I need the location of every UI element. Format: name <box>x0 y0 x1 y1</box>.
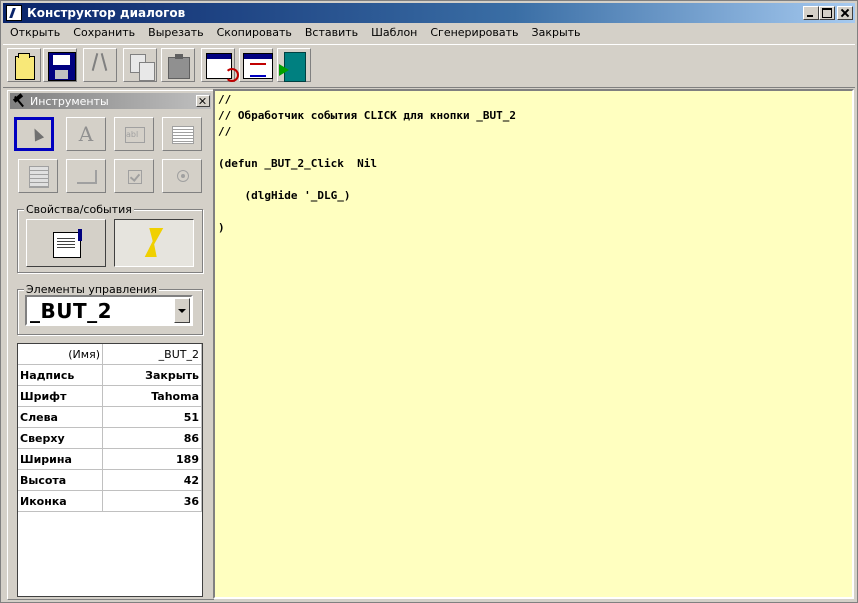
property-value[interactable]: 86 <box>102 427 202 449</box>
editbox-tool[interactable]: abl <box>114 117 154 151</box>
button-icon <box>77 170 97 184</box>
menu-copy[interactable]: Скопировать <box>210 23 298 39</box>
pointer-tool[interactable] <box>14 117 54 151</box>
menu-bar: Открыть Сохранить Вырезать Скопировать Встав… <box>3 23 855 42</box>
menu-generate[interactable]: Сгенерировать <box>423 23 524 39</box>
toolbar <box>3 44 855 88</box>
code-line: ) <box>218 221 225 234</box>
save-button[interactable] <box>43 48 77 82</box>
listbox-tool[interactable] <box>18 159 58 193</box>
label-tool[interactable]: A <box>66 117 106 151</box>
radio-tool[interactable] <box>162 159 202 193</box>
property-value[interactable]: _BUT_2 <box>102 344 202 365</box>
template-icon <box>206 53 239 82</box>
memo-tool[interactable] <box>162 117 202 151</box>
menu-open[interactable]: Открыть <box>3 23 66 39</box>
exit-icon <box>279 52 306 82</box>
code-line: // <box>218 125 232 138</box>
code-line: (defun _BUT_2_Click Nil <box>218 157 377 170</box>
copy-icon <box>130 54 155 81</box>
property-row[interactable]: (Имя) _BUT_2 <box>18 344 202 365</box>
property-value[interactable]: 36 <box>102 490 202 512</box>
main-window: Конструктор диалогов Открыть Сохранить Выр… <box>0 0 858 603</box>
paste-icon <box>168 54 190 79</box>
maximize-button[interactable] <box>819 6 835 20</box>
hammer-icon <box>12 94 26 108</box>
tools-panel-title: Инструменты <box>30 95 109 108</box>
tools-panel-close-button[interactable] <box>196 95 210 107</box>
property-key: Высота <box>18 469 103 491</box>
control-select[interactable]: _BUT_2 <box>25 295 193 326</box>
checkbox-icon <box>128 170 142 184</box>
tools-panel-title-bar[interactable]: Инструменты <box>10 93 211 109</box>
close-window-button[interactable] <box>837 6 853 20</box>
lightning-icon <box>143 228 165 258</box>
save-icon <box>48 52 76 81</box>
menu-template[interactable]: Шаблон <box>364 23 423 39</box>
generate-icon <box>243 53 273 79</box>
property-key: Шрифт <box>18 385 103 407</box>
property-value[interactable]: Tahoma <box>102 385 202 407</box>
exit-button[interactable] <box>277 48 311 82</box>
property-key: Сверху <box>18 427 103 449</box>
property-row[interactable]: Ширина 189 <box>18 448 202 470</box>
cut-icon <box>94 53 106 79</box>
menu-save[interactable]: Сохранить <box>66 23 141 39</box>
control-select-value: _BUT_2 <box>30 299 113 323</box>
title-bar[interactable]: Конструктор диалогов <box>3 3 855 23</box>
listbox-icon <box>29 166 49 188</box>
property-key: Ширина <box>18 448 103 470</box>
code-line: (dlgHide '_DLG_) <box>218 189 351 202</box>
props-events-group: Свойства/события <box>17 203 203 273</box>
property-key: Слева <box>18 406 103 428</box>
app-icon[interactable] <box>6 5 22 21</box>
generate-button[interactable] <box>239 48 273 82</box>
label-icon: A <box>78 122 94 146</box>
paste-button[interactable] <box>161 48 195 82</box>
menu-paste[interactable]: Вставить <box>298 23 364 39</box>
property-key: (Имя) <box>18 344 103 365</box>
copy-button[interactable] <box>123 48 157 82</box>
menu-cut[interactable]: Вырезать <box>141 23 209 39</box>
menu-close[interactable]: Закрыть <box>525 23 587 39</box>
cut-button[interactable] <box>83 48 117 82</box>
code-editor[interactable]: // // Обработчик события CLICK для кнопки… <box>213 89 854 599</box>
property-row[interactable]: Сверху 86 <box>18 427 202 449</box>
property-row[interactable]: Иконка 36 <box>18 490 202 512</box>
property-row[interactable]: Надпись Закрыть <box>18 364 202 386</box>
open-icon <box>15 53 35 80</box>
property-row[interactable]: Высота 42 <box>18 469 202 491</box>
radio-icon <box>177 170 189 182</box>
window-title: Конструктор диалогов <box>27 6 186 20</box>
code-line: // <box>218 93 232 106</box>
button-tool[interactable] <box>66 159 106 193</box>
property-value[interactable]: Закрыть <box>102 364 202 386</box>
code-line: // Обработчик события CLICK для кнопки _… <box>218 109 517 122</box>
props-events-label: Свойства/события <box>24 203 134 216</box>
properties-button[interactable] <box>26 219 106 267</box>
pointer-icon <box>29 126 45 142</box>
memo-icon <box>172 126 194 144</box>
property-value[interactable]: 189 <box>102 448 202 470</box>
property-key: Надпись <box>18 364 103 386</box>
events-button[interactable] <box>114 219 194 267</box>
property-key: Иконка <box>18 490 103 512</box>
property-value[interactable]: 51 <box>102 406 202 428</box>
editbox-icon: abl <box>125 127 145 143</box>
property-value[interactable]: 42 <box>102 469 202 491</box>
template-button[interactable] <box>201 48 239 82</box>
properties-grid: (Имя) _BUT_2 Надпись Закрыть Шрифт Tahoma Слев… <box>17 343 203 597</box>
properties-icon <box>53 229 82 258</box>
property-row[interactable]: Шрифт Tahoma <box>18 385 202 407</box>
property-row[interactable]: Слева 51 <box>18 406 202 428</box>
open-button[interactable] <box>7 48 41 82</box>
minimize-button[interactable] <box>803 6 819 20</box>
checkbox-tool[interactable] <box>114 159 154 193</box>
chevron-down-icon[interactable] <box>174 298 190 323</box>
